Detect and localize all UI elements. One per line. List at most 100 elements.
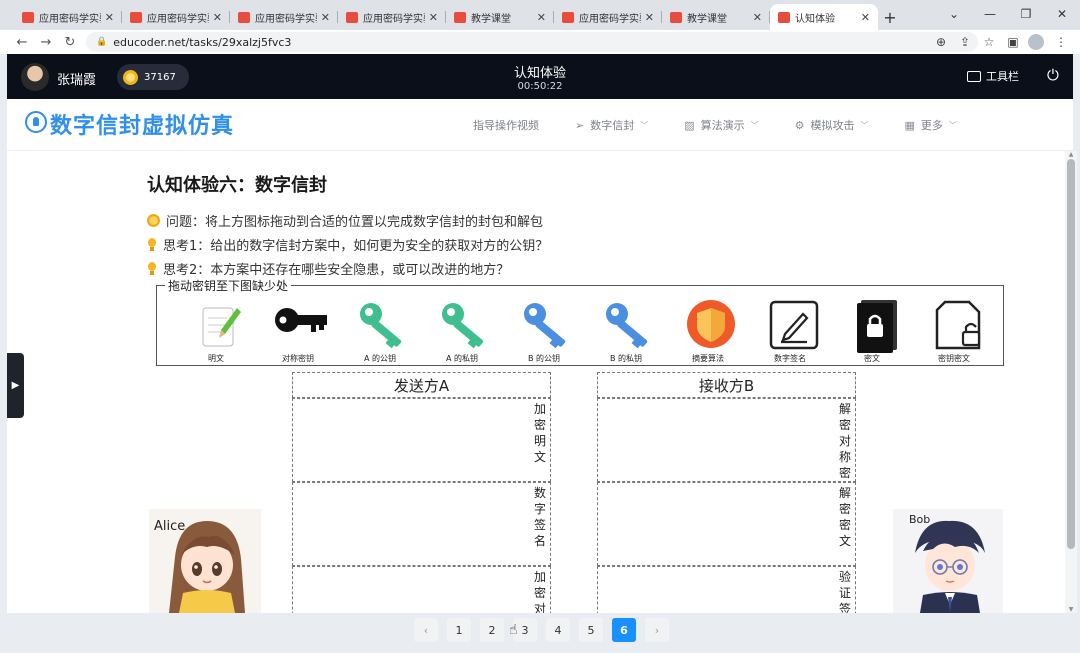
back-button[interactable]: ← bbox=[10, 35, 34, 50]
close-window-button[interactable]: ✕ bbox=[1044, 0, 1080, 28]
url-text: educoder.net/tasks/29xalzj5fvc3 bbox=[113, 35, 292, 49]
close-icon[interactable]: ✕ bbox=[321, 11, 330, 24]
toolbox-icon bbox=[967, 70, 981, 82]
profile-avatar[interactable] bbox=[1028, 34, 1046, 50]
item-label: 密文 bbox=[864, 354, 880, 363]
browser-tab[interactable]: 应用密码学实验 ✕ bbox=[230, 4, 338, 30]
item-label: A 的公钥 bbox=[363, 354, 396, 363]
draggable-item[interactable]: A 的私钥 bbox=[427, 298, 497, 366]
tab-favicon-icon bbox=[778, 11, 790, 23]
nav-item[interactable]: ▨ 算法演示 ﹀ bbox=[684, 117, 758, 133]
page-button[interactable]: 1 bbox=[447, 618, 471, 642]
power-icon[interactable]: ⏻ bbox=[1047, 66, 1059, 84]
slot-label: 解密密文 bbox=[839, 486, 852, 548]
page-button[interactable]: 2 bbox=[480, 618, 504, 642]
new-tab-button[interactable]: + bbox=[878, 4, 902, 30]
tab-favicon-icon bbox=[238, 11, 250, 23]
browser-tab[interactable]: 应用密码学实验 ✕ bbox=[122, 4, 230, 30]
page-button[interactable]: 5 bbox=[579, 618, 603, 642]
menu-icon[interactable]: ⋮ bbox=[1052, 35, 1070, 49]
share-icon[interactable]: ⇪ bbox=[956, 35, 974, 49]
chevron-down-icon[interactable]: ⌄ bbox=[936, 0, 972, 28]
tab-title: 教学课堂 bbox=[471, 13, 511, 25]
scroll-up-icon[interactable]: ▲ bbox=[1065, 151, 1077, 158]
toolbar-actions: ⊕ ⇪ ☆ ▣ ⋮ bbox=[932, 30, 1070, 54]
receiver-title: 接收方B bbox=[597, 372, 856, 398]
draggable-item[interactable]: B 的私钥 bbox=[591, 298, 661, 366]
coin-bullet-icon bbox=[147, 214, 160, 227]
reload-button[interactable]: ↻ bbox=[58, 35, 82, 50]
tab-title: 教学课堂 bbox=[687, 13, 727, 25]
nav-item-label: 更多 bbox=[920, 119, 943, 132]
nav-item[interactable]: 指导操作视频 bbox=[473, 117, 539, 133]
close-icon[interactable]: ✕ bbox=[645, 11, 654, 24]
settings-icon: ⚙ bbox=[794, 118, 805, 132]
draggable-item[interactable]: B 的公钥 bbox=[509, 298, 579, 366]
browser-tab[interactable]: 教学课堂 ✕ bbox=[446, 4, 554, 30]
drop-slot[interactable]: 加密明文 bbox=[292, 398, 551, 482]
draggable-item[interactable]: 摘要算法 bbox=[673, 298, 743, 366]
browser-tab[interactable]: 教学课堂 ✕ bbox=[662, 4, 770, 30]
browser-toolbar: ← → ↻ 🔒 educoder.net/tasks/29xalzj5fvc3 … bbox=[0, 30, 1080, 54]
zoom-icon[interactable]: ⊕ bbox=[932, 35, 950, 49]
main-content: 认知体验六：数字信封 问题：将上方图标拖动到合适的位置以完成数字信封的封包和解包… bbox=[7, 151, 1065, 613]
sender-title: 发送方A bbox=[292, 372, 551, 398]
slot-label: 解密对称密 bbox=[839, 402, 852, 480]
close-icon[interactable]: ✕ bbox=[213, 11, 222, 24]
nav-item[interactable]: ⚙ 模拟攻击 ﹀ bbox=[795, 117, 869, 133]
tab-title: 应用密码学实验 bbox=[579, 13, 641, 25]
close-icon[interactable]: ✕ bbox=[753, 11, 762, 24]
draggable-item[interactable]: 明文 bbox=[181, 298, 251, 366]
sidepanel-icon[interactable]: ▣ bbox=[1004, 35, 1022, 49]
page-scrollbar[interactable]: ▲ ▼ bbox=[1065, 151, 1077, 613]
prev-page-button[interactable]: ‹ bbox=[414, 618, 438, 642]
page-button[interactable]: 4 bbox=[546, 618, 570, 642]
browser-tab[interactable]: 应用密码学实验 ✕ bbox=[554, 4, 662, 30]
scroll-thumb[interactable] bbox=[1067, 159, 1075, 549]
draggable-item[interactable]: 对称密钥 bbox=[263, 298, 333, 366]
toolbox-button[interactable]: 工具栏 bbox=[967, 68, 1019, 84]
item-label: B 的私钥 bbox=[609, 354, 643, 363]
expand-right-icon: ▶ bbox=[11, 380, 20, 391]
browser-tab[interactable]: 认知体验 ✕ bbox=[770, 4, 878, 30]
tab-favicon-icon bbox=[670, 11, 682, 23]
bulb-icon bbox=[147, 237, 157, 252]
drop-slot[interactable]: 解密对称密 bbox=[597, 398, 856, 482]
address-bar[interactable]: 🔒 educoder.net/tasks/29xalzj5fvc3 bbox=[86, 32, 978, 52]
close-icon[interactable]: ✕ bbox=[537, 11, 546, 24]
draggable-item[interactable]: 密文 bbox=[837, 298, 907, 366]
drop-slot[interactable]: 解密密文 bbox=[597, 482, 856, 566]
slot-label: 加密对 bbox=[534, 570, 547, 613]
drop-slot[interactable]: 验证签 bbox=[597, 566, 856, 613]
close-icon[interactable]: ✕ bbox=[861, 11, 870, 24]
draggable-item[interactable]: A 的公钥 bbox=[345, 298, 415, 366]
draggable-item[interactable]: 数字签名 bbox=[755, 298, 825, 366]
item-label: 数字签名 bbox=[774, 354, 806, 363]
restore-button[interactable]: ❐ bbox=[1008, 0, 1044, 28]
side-drawer-toggle[interactable]: ▶ bbox=[7, 353, 24, 418]
forward-button[interactable]: → bbox=[34, 35, 58, 50]
nav-item-label: 指导操作视频 bbox=[473, 119, 539, 132]
nav-item[interactable]: ▦ 更多 ﹀ bbox=[905, 117, 957, 133]
tab-title: 应用密码学实验 bbox=[363, 13, 425, 25]
pagination: ‹ 1 2 3 4 5 6 › bbox=[414, 618, 669, 642]
nav-item[interactable]: ➢ 数字信封 ﹀ bbox=[575, 117, 648, 133]
close-icon[interactable]: ✕ bbox=[105, 11, 114, 24]
slot-label: 加密明文 bbox=[534, 402, 547, 464]
think1-line: 思考1：给出的数字信封方案中，如何更为安全的获取对方的公钥？ bbox=[147, 235, 548, 254]
sub-nav: 数字信封虚拟仿真 指导操作视频 ➢ 数字信封 ﹀ ▨ 算法演示 ﹀ ⚙ 模拟攻击 ﹀ ▦ 更多 ﹀ bbox=[7, 99, 1073, 151]
star-icon[interactable]: ☆ bbox=[980, 35, 998, 49]
drop-slot[interactable]: 加密对 bbox=[292, 566, 551, 613]
draggable-item[interactable]: 密钥密文 bbox=[919, 298, 989, 366]
minimize-button[interactable]: — bbox=[972, 0, 1008, 28]
browser-tab[interactable]: 应用密码学实验 ✕ bbox=[338, 4, 446, 30]
drop-slot[interactable]: 数字签名 bbox=[292, 482, 551, 566]
chevron-down-icon: ﹀ bbox=[640, 120, 649, 130]
page-button[interactable]: 6 bbox=[612, 618, 636, 642]
scroll-down-icon[interactable]: ▼ bbox=[1065, 606, 1077, 613]
question-line: 问题：将上方图标拖动到合适的位置以完成数字信封的封包和解包 bbox=[147, 211, 543, 230]
next-page-button[interactable]: › bbox=[645, 618, 669, 642]
close-icon[interactable]: ✕ bbox=[429, 11, 438, 24]
browser-tab[interactable]: 应用密码学实验 ✕ bbox=[14, 4, 122, 30]
page-heading: 认知体验 bbox=[513, 66, 566, 81]
